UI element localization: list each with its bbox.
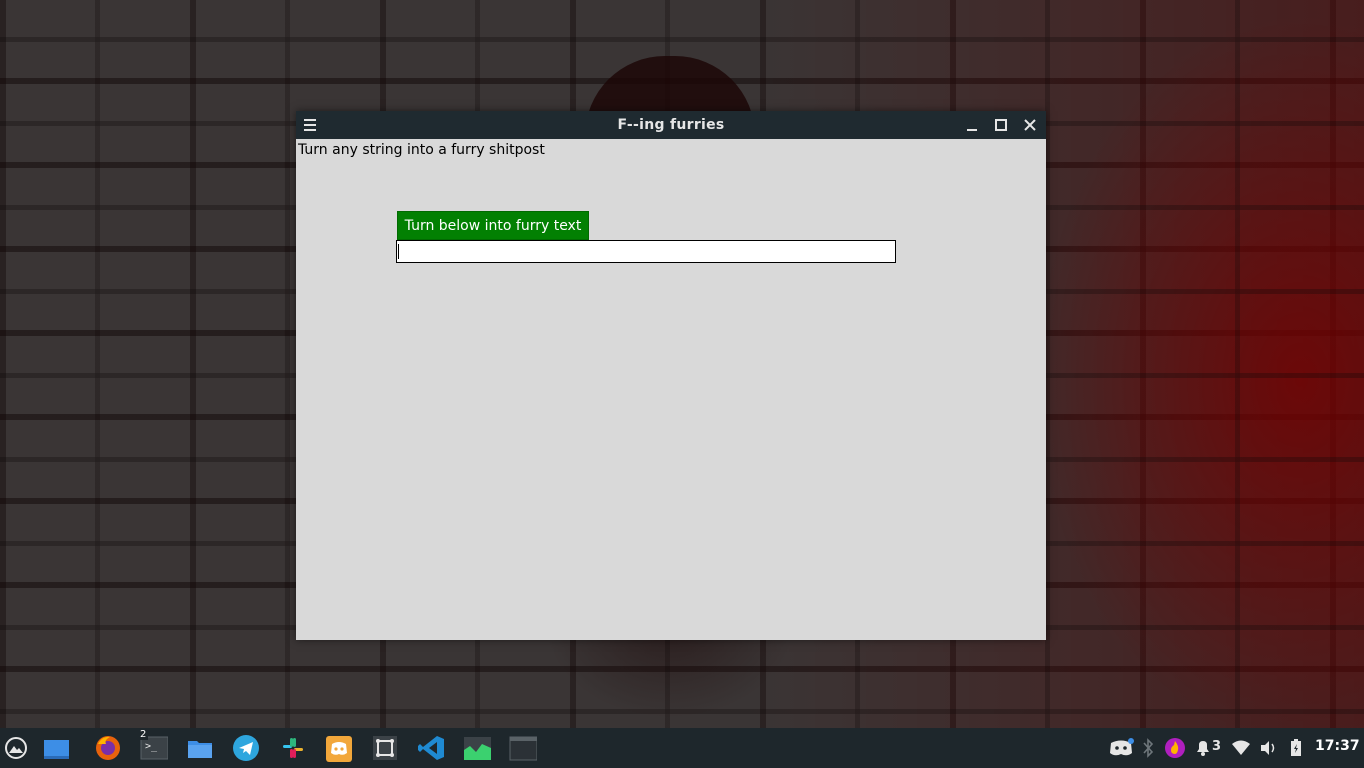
terminal-window-count-badge: 2 [138,729,149,740]
bluetooth-icon[interactable] [1142,738,1154,758]
app-description-label: Turn any string into a furry shitpost [298,142,545,158]
notifications-icon[interactable] [1194,738,1212,758]
clock[interactable]: 17:37 [1315,738,1360,754]
screenshot-tool-icon[interactable] [371,734,399,762]
window-title: F--ing furries [617,117,725,133]
app-window: F--ing furries Turn any string into a fu… [296,111,1046,640]
maximize-icon[interactable] [993,117,1009,133]
firefox-icon[interactable] [94,734,122,762]
notification-count: 3 [1212,739,1222,754]
wifi-icon[interactable] [1231,738,1251,758]
discord-tray-icon[interactable] [1108,738,1134,758]
minimize-icon[interactable] [964,117,980,133]
battery-icon[interactable] [1289,738,1303,758]
window-titlebar[interactable]: F--ing furries [296,111,1046,139]
app-launcher-icon[interactable] [2,734,30,762]
convert-furry-button[interactable]: Turn below into furry text [397,211,589,240]
flame-app-tray-icon[interactable] [1164,738,1186,758]
slack-icon[interactable] [279,734,307,762]
volume-icon[interactable] [1259,738,1277,758]
taskbar: >_ 2 3 17:37 [0,728,1364,768]
discord-icon[interactable] [325,734,353,762]
vscode-icon[interactable] [417,734,445,762]
active-window-icon[interactable] [509,734,537,762]
telegram-icon[interactable] [232,734,260,762]
files-icon[interactable] [186,734,214,762]
furry-text-input[interactable] [396,240,896,263]
system-monitor-icon[interactable] [463,734,491,762]
text-cursor [398,244,399,259]
close-icon[interactable] [1022,117,1038,133]
show-desktop-icon[interactable] [42,734,70,762]
terminal-icon[interactable]: >_ 2 [138,729,169,762]
svg-text:>_: >_ [145,741,158,752]
